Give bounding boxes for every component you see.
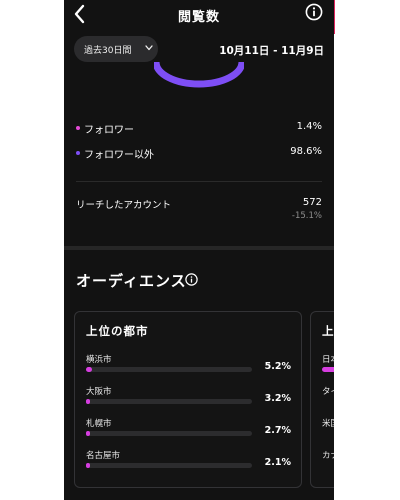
city-percent: 3.2% xyxy=(264,393,291,404)
city-row: 横浜市 5.2% xyxy=(86,353,291,377)
section-separator xyxy=(64,246,334,250)
city-row: 札幌市 2.7% xyxy=(86,417,291,441)
chevron-down-icon xyxy=(145,45,153,51)
city-row: 大阪市 3.2% xyxy=(86,385,291,409)
city-name: 札幌市 xyxy=(86,419,112,429)
city-bar-track xyxy=(86,367,252,372)
city-percent: 2.7% xyxy=(264,425,291,436)
reach-label: リーチしたアカウント xyxy=(76,200,172,211)
window-edge xyxy=(334,0,335,34)
country-name: カナ xyxy=(322,451,334,461)
city-bar-track xyxy=(86,463,252,468)
city-bar-fill xyxy=(86,367,93,372)
info-icon[interactable] xyxy=(305,3,323,21)
city-name: 横浜市 xyxy=(86,355,112,365)
city-row: 名古屋市 2.1% xyxy=(86,449,291,473)
date-range-text: 10月11日 - 11月9日 xyxy=(219,45,324,57)
insights-screen: 閲覧数 過去30日間 10月11日 - 11月9日 フォロワー 1.4% フォロ… xyxy=(64,0,334,500)
city-bar-fill xyxy=(86,399,90,404)
info-icon[interactable] xyxy=(185,273,198,286)
breakdown-value: 1.4% xyxy=(296,121,322,132)
breakdown-row-non-followers: フォロワー以外 98.6% xyxy=(76,146,322,162)
divider xyxy=(76,181,322,182)
country-name: 米国 xyxy=(322,419,334,429)
breakdown-row-followers: フォロワー 1.4% xyxy=(76,121,322,137)
city-name: 大阪市 xyxy=(86,387,112,397)
reach-value: 572 xyxy=(302,197,322,208)
page-title: 閲覧数 xyxy=(177,10,220,25)
country-name: 日本 xyxy=(322,355,334,365)
date-range-dropdown[interactable]: 過去30日間 xyxy=(74,36,158,62)
city-bar-track xyxy=(86,431,252,436)
breakdown-value: 98.6% xyxy=(290,146,322,157)
donut-chart-arc xyxy=(154,61,244,88)
breakdown-label: フォロワー xyxy=(84,125,134,136)
legend-dot-followers xyxy=(76,126,80,130)
city-percent: 2.1% xyxy=(264,457,291,468)
breakdown-label: フォロワー以外 xyxy=(84,150,154,161)
header: 閲覧数 xyxy=(64,0,334,30)
top-cities-title: 上位の都市 xyxy=(86,324,149,338)
city-bar-fill xyxy=(86,463,90,468)
city-percent: 5.2% xyxy=(264,361,291,372)
reach-delta: -15.1% xyxy=(291,211,322,221)
country-name: タイ xyxy=(322,387,334,397)
city-bar-track xyxy=(86,399,252,404)
top-countries-card[interactable]: 上 日本 タイ 米国 カナ xyxy=(310,311,334,488)
city-name: 名古屋市 xyxy=(86,451,121,461)
country-bar xyxy=(322,367,334,372)
top-countries-title: 上 xyxy=(322,324,334,338)
legend-dot-non-followers xyxy=(76,151,80,155)
audience-title: オーディエンス xyxy=(76,272,187,290)
date-range-dropdown-label: 過去30日間 xyxy=(84,46,132,56)
top-cities-card[interactable]: 上位の都市 横浜市 5.2% 大阪市 3.2% 札幌市 2.7% 名古屋市 2.… xyxy=(74,311,302,488)
city-bar-fill xyxy=(86,431,90,436)
